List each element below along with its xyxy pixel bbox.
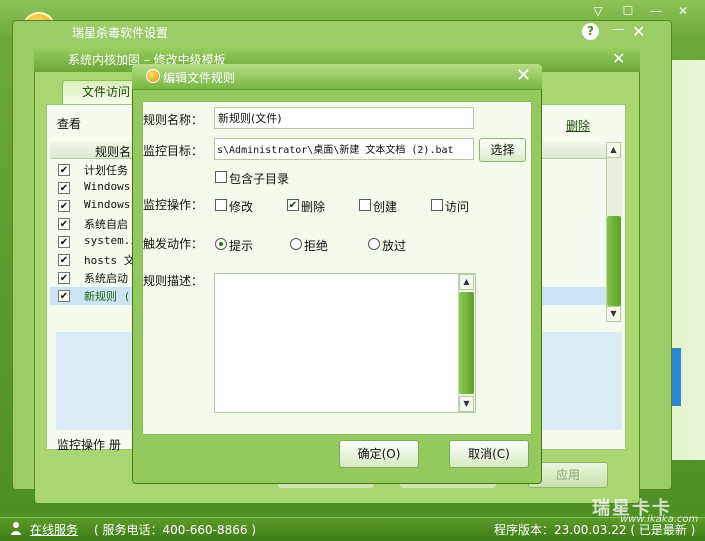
scroll-up-icon[interactable]: ▲	[459, 274, 474, 290]
delete-link[interactable]: 删除	[566, 117, 590, 134]
monitor-target-input[interactable]: s\Administrator\桌面\新建 文本文档 (2).bat	[214, 138, 474, 160]
trigger-prompt-radio[interactable]	[215, 238, 227, 250]
settings-close-button[interactable]: ✕	[632, 22, 645, 41]
edit-rule-close-button[interactable]: ✕	[516, 67, 531, 85]
op-modify-checkbox[interactable]	[215, 199, 227, 211]
scroll-down-icon[interactable]: ▼	[459, 396, 474, 412]
minimize-icon[interactable]: —	[648, 4, 664, 18]
edit-rule-title: 编辑文件规则	[163, 71, 236, 85]
row-checkbox[interactable]: ✔	[58, 164, 70, 176]
rule-description-label: 规则描述：	[143, 274, 204, 288]
list-item-label: hosts 文	[84, 254, 135, 267]
list-item-label: Windows	[84, 180, 131, 193]
kernel-close-button[interactable]: ✕	[612, 49, 625, 68]
op-modify-label: 修改	[229, 200, 254, 214]
settings-minimize-button[interactable]: —	[612, 22, 625, 37]
monitor-target-label: 监控目标：	[143, 144, 204, 158]
row-checkbox[interactable]: ✔	[58, 236, 70, 248]
scroll-up-icon[interactable]: ▲	[606, 142, 621, 158]
ok-button[interactable]: 确定(O)	[339, 440, 419, 468]
monitor-operation-label: 监控操作 册	[57, 438, 121, 452]
scroll-down-icon[interactable]: ▼	[606, 306, 621, 322]
rule-name-input[interactable]: 新规则(文件)	[214, 107, 474, 129]
restore-icon[interactable]: ☐	[620, 4, 636, 18]
row-checkbox[interactable]: ✔	[58, 254, 70, 266]
rule-name-column-header[interactable]: 规则名	[95, 143, 131, 160]
help-icon[interactable]: ?	[582, 23, 599, 40]
skin-menu-icon[interactable]: ▽	[590, 4, 606, 18]
rising-logo-icon	[146, 69, 160, 83]
row-checkbox[interactable]: ✔	[58, 200, 70, 212]
row-checkbox[interactable]: ✔	[58, 182, 70, 194]
trigger-deny-label: 拒绝	[304, 239, 329, 253]
list-item-label: 系统启动	[84, 272, 128, 285]
watermark-url: www.ikaka.com	[620, 514, 699, 525]
op-delete-label: 删除	[301, 200, 326, 214]
trigger-action-label: 触发动作：	[143, 237, 204, 251]
row-checkbox[interactable]: ✔	[58, 272, 70, 284]
op-create-checkbox[interactable]	[359, 199, 371, 211]
list-item-label: 计划任务	[84, 164, 128, 177]
scroll-thumb[interactable]	[459, 292, 474, 394]
trigger-prompt-label: 提示	[229, 239, 254, 253]
rule-description-textarea[interactable]	[214, 273, 476, 413]
op-create-label: 创建	[373, 200, 398, 214]
op-delete-checkbox[interactable]: ✔	[287, 199, 299, 211]
cancel-button[interactable]: 取消(C)	[449, 440, 529, 468]
monitor-ops-label: 监控操作：	[143, 198, 204, 212]
close-icon[interactable]: ✕	[675, 4, 691, 18]
list-item-label: Windows	[84, 198, 131, 211]
settings-dialog-title: 瑞星杀毒软件设置	[72, 26, 169, 40]
list-item-label: system.i	[84, 234, 137, 247]
trigger-deny-radio[interactable]	[290, 238, 302, 250]
view-label: 查看	[57, 117, 82, 131]
row-checkbox[interactable]: ✔	[58, 290, 70, 302]
trigger-allow-label: 放过	[382, 239, 407, 253]
online-service-link[interactable]: 在线服务	[30, 521, 78, 538]
rule-name-label: 规则名称：	[143, 113, 204, 127]
include-subdir-label: 包含子目录	[229, 172, 290, 186]
choose-button[interactable]: 选择	[479, 138, 526, 162]
service-phone: ( 服务电话：400-660-8866 )	[94, 523, 257, 537]
list-item-label: 新规则 (	[84, 290, 131, 303]
include-subdir-checkbox[interactable]	[215, 171, 227, 183]
op-access-label: 访问	[445, 200, 470, 214]
list-item-label: 系统自启	[84, 218, 128, 231]
person-icon	[11, 522, 21, 535]
trigger-allow-radio[interactable]	[368, 238, 380, 250]
op-access-checkbox[interactable]	[431, 199, 443, 211]
row-checkbox[interactable]: ✔	[58, 218, 70, 230]
scroll-thumb[interactable]	[607, 216, 621, 306]
